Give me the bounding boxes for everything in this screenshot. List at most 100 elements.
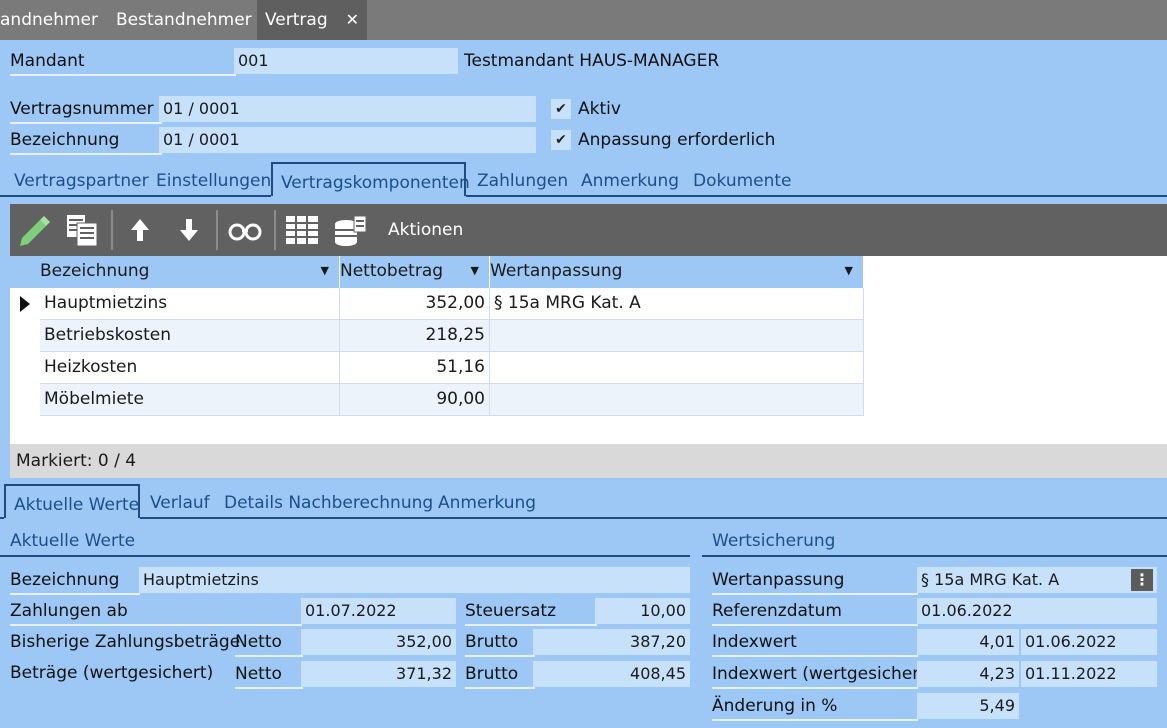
column-header-label: Wertanpassung [490,261,623,281]
cv-bezeichnung-label: Bezeichnung [10,567,140,595]
indexwert-field[interactable]: 4,01 [917,629,1019,655]
tab-bestandnehmer-partial[interactable]: andnehmer [0,0,98,40]
actions-menu-button[interactable]: Aktionen [388,204,463,256]
tab-vertrag[interactable]: Vertrag ✕ [257,0,368,40]
steuersatz-label: Steuersatz [465,598,597,626]
sort-dropdown-icon[interactable]: ▼ [845,256,853,286]
tab-underline-right [466,195,1167,197]
column-header-label: Nettobetrag [340,261,444,281]
wertanpassung-field[interactable]: § 15a MRG Kat. A [917,567,1157,593]
column-header-bezeichnung[interactable]: Bezeichnung ▼ [10,256,340,288]
cell-wertanpassung[interactable]: § 15a MRG Kat. A [490,288,864,320]
wertgesichert-brutto-label: Brutto [465,661,535,689]
anpassung-checkbox[interactable]: ✔ [551,130,571,150]
aktiv-checkbox[interactable]: ✔ [551,99,571,119]
cell-bezeichnung[interactable]: Betriebskosten [40,320,340,352]
section-title-aktuelle-werte: Aktuelle Werte [10,531,136,551]
anpassung-label: Anpassung erforderlich [578,130,776,150]
more-options-icon[interactable]: ⋮ [1131,569,1153,591]
bisherige-brutto-label: Brutto [465,629,535,657]
indexwert-wertgesichert-field[interactable]: 4,23 [917,661,1019,687]
vertragsnummer-field[interactable]: 01 / 0001 [159,96,536,122]
cell-bezeichnung[interactable]: Hauptmietzins [40,288,340,320]
sort-dropdown-icon[interactable]: ▼ [471,256,479,286]
cell-wertanpassung[interactable] [490,384,864,416]
detail-tabs: Aktuelle Werte Verlauf Details Nachberec… [0,484,1167,518]
indexwert-wertgesichert-date-field[interactable]: 01.11.2022 [1021,661,1157,687]
toolbar-separator [111,210,113,250]
database-refresh-icon[interactable] [332,212,368,248]
aenderung-field[interactable]: 5,49 [917,693,1019,719]
bisherige-label: Bisherige Zahlungsbeträge [10,632,241,652]
table-columns-icon[interactable] [284,212,320,248]
column-header-nettobetrag[interactable]: Nettobetrag ▼ [340,256,490,288]
cell-netto[interactable]: 352,00 [340,288,490,320]
section-divider [0,555,690,557]
arrow-down-icon[interactable] [171,212,207,248]
copy-icon[interactable] [64,212,100,248]
tab-aktuelle-werte[interactable]: Aktuelle Werte [4,484,140,518]
sort-dropdown-icon[interactable]: ▼ [321,256,329,286]
tab-vertragspartner[interactable]: Vertragspartner [14,162,149,196]
selection-status: Markiert: 0 / 4 [10,444,1167,478]
tab-vertragskomponenten[interactable]: Vertragskomponenten [271,162,470,196]
mandant-code-field[interactable]: 001 [234,48,458,74]
tab-anmerkung[interactable]: Anmerkung [581,162,679,196]
close-icon[interactable]: ✕ [346,10,359,29]
tab-dokumente[interactable]: Dokumente [693,162,792,196]
tab-einstellungen[interactable]: Einstellungen [156,162,271,196]
arrow-up-icon[interactable] [122,212,158,248]
vertragsnummer-label: Vertragsnummer [10,96,162,124]
indexwert-wertgesichert-label: Indexwert (wertgesichert) [712,661,933,689]
cell-netto[interactable]: 51,16 [340,352,490,384]
bezeichnung-field[interactable]: 01 / 0001 [159,127,536,153]
wertgesichert-netto-label: Netto [235,661,303,689]
tab-underline-right [140,517,1167,519]
wertgesichert-netto-field[interactable]: 371,32 [301,661,456,687]
wertgesichert-label: Beträge (wertgesichert) [10,663,214,683]
bisherige-brutto-field[interactable]: 387,20 [533,629,690,655]
main-tabs: Vertragspartner Einstellungen Vertragsko… [0,162,1167,196]
current-row-arrow-icon [20,296,30,312]
column-header-wertanpassung[interactable]: Wertanpassung ▼ [490,256,864,288]
cell-netto[interactable]: 218,25 [340,320,490,352]
row-selector-current[interactable] [10,288,40,320]
section-title-wertsicherung: Wertsicherung [712,531,836,551]
bisherige-netto-field[interactable]: 352,00 [301,629,456,655]
section-divider [702,555,1167,557]
cell-wertanpassung[interactable] [490,352,864,384]
tab-anmerkung-detail[interactable]: Anmerkung [438,484,536,518]
cell-wertanpassung[interactable] [490,320,864,352]
tab-bestandnehmer[interactable]: Bestandnehmer [116,0,252,40]
mandant-name: Testmandant HAUS-MANAGER [464,51,720,71]
cv-bezeichnung-field[interactable]: Hauptmietzins [139,567,690,593]
tab-underline-left [0,517,4,519]
cell-bezeichnung[interactable]: Heizkosten [40,352,340,384]
bisherige-netto-label: Netto [235,629,303,657]
mandant-label: Mandant [10,48,236,76]
components-grid: Bezeichnung ▼ Nettobetrag ▼ Wertanpassung ▼… [10,256,1167,444]
toolbar-separator [216,210,218,250]
toolbar: Aktionen [10,204,1167,256]
zahlungen-ab-label: Zahlungen ab [10,598,302,626]
referenzdatum-field[interactable]: 01.06.2022 [917,598,1157,624]
indexwert-date-field[interactable]: 01.06.2022 [1021,629,1157,655]
tab-zahlungen[interactable]: Zahlungen [477,162,568,196]
document-tab-bar: andnehmer Bestandnehmer Vertrag ✕ [0,0,1167,40]
edit-pencil-icon[interactable] [16,212,52,248]
cell-netto[interactable]: 90,00 [340,384,490,416]
column-header-label: Bezeichnung [40,261,150,281]
tab-underline-left [0,195,271,197]
wertgesichert-brutto-field[interactable]: 408,45 [533,661,690,687]
tab-verlauf[interactable]: Verlauf [150,484,210,518]
aktiv-label: Aktiv [578,99,621,119]
indexwert-label: Indexwert [712,629,918,657]
referenzdatum-label: Referenzdatum [712,598,918,626]
steuersatz-field[interactable]: 10,00 [595,598,690,624]
aenderung-label: Änderung in % [712,693,918,721]
wertanpassung-label: Wertanpassung [712,567,918,595]
cell-bezeichnung[interactable]: Möbelmiete [40,384,340,416]
zahlungen-ab-field[interactable]: 01.07.2022 [301,598,456,624]
tab-details-nachberechnung[interactable]: Details Nachberechnung [224,484,433,518]
binoculars-icon[interactable] [227,212,263,248]
